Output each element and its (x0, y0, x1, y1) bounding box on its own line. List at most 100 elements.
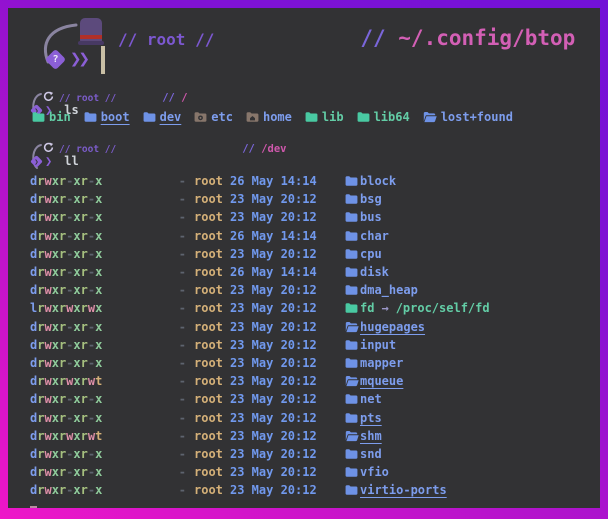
perm-char: x (73, 338, 80, 352)
text-cursor[interactable] (101, 46, 105, 74)
ls-entry-bin: bin (32, 110, 71, 124)
perm-char: w (44, 174, 51, 188)
folder-closed-blue-icon (345, 284, 358, 296)
perm-char: x (73, 447, 80, 461)
owner: root (194, 320, 230, 334)
folder-closed-blue-icon (345, 484, 358, 496)
perm-char: w (44, 265, 51, 279)
owner: root (194, 483, 230, 497)
modified-date: 23 May 20:12 (230, 283, 345, 297)
prompt-chevron-icon: ❯ (45, 154, 52, 168)
modified-date: 23 May 20:12 (230, 192, 345, 206)
current-path: / (181, 92, 187, 104)
dir-name: shm (360, 429, 382, 443)
listing-row-bus: drwxr-xr-x-root23 May 20:12bus (30, 208, 600, 226)
folder-closed-teal-icon (32, 111, 45, 123)
perm-char: x (73, 301, 80, 315)
ls-entry-dev: dev (143, 110, 182, 124)
folder-icon (305, 111, 318, 123)
dir-name: boot (101, 110, 130, 124)
folder-icon (345, 211, 360, 223)
perm-char: x (95, 411, 102, 425)
folder-icon (345, 248, 360, 260)
dir-name: virtio-ports (360, 483, 447, 497)
owner: root (194, 265, 230, 279)
perm-char: x (52, 247, 59, 261)
modified-date: 23 May 20:12 (230, 411, 345, 425)
perm-char: x (73, 283, 80, 297)
folder-icon (345, 412, 360, 424)
owner: root (194, 301, 230, 315)
symlink-arrow-icon: → (381, 301, 388, 315)
folder-icon (345, 230, 360, 242)
owner: root (194, 283, 230, 297)
prompt-diamond-icon: ? (45, 49, 66, 70)
permissions: drwxr-xr-x (30, 229, 178, 243)
perm-char: x (73, 465, 80, 479)
modified-date: 23 May 20:12 (230, 392, 345, 406)
file-size: - (178, 247, 186, 261)
folder-closed-blue-icon (84, 111, 97, 123)
hat-band (80, 35, 102, 39)
dir-name: home (263, 110, 292, 124)
folder-icon (345, 193, 360, 205)
folder-config-icon (194, 111, 207, 123)
perm-char: t (95, 374, 102, 388)
perm-char: w (44, 374, 51, 388)
owner: root (194, 192, 230, 206)
modified-date: 23 May 20:12 (230, 356, 345, 370)
permissions: drwxrwxrwt (30, 374, 178, 388)
folder-closed-blue-icon (345, 448, 358, 460)
perm-char: x (52, 210, 59, 224)
perm-char: r (81, 356, 88, 370)
dir-name: cpu (360, 247, 382, 261)
file-listing: drwxr-xr-x-root26 May 14:14block drwxr-xr… (30, 172, 600, 499)
folder-icon (423, 111, 437, 123)
file-size: - (178, 465, 186, 479)
modified-date: 23 May 20:12 (230, 320, 345, 334)
question-mark-glyph: ? (48, 52, 63, 67)
dir-name: fd (360, 301, 374, 315)
perm-char: w (44, 465, 51, 479)
command-text: ll (64, 154, 78, 168)
folder-icon (345, 266, 360, 278)
dir-name: net (360, 392, 382, 406)
owner: root (194, 356, 230, 370)
listing-row-dma_heap: drwxr-xr-x-root23 May 20:12dma_heap (30, 281, 600, 299)
listing-row-block: drwxr-xr-x-root26 May 14:14block (30, 172, 600, 190)
folder-icon (84, 111, 97, 123)
perm-char: x (52, 301, 59, 315)
perm-char: x (73, 247, 80, 261)
perm-char: x (52, 320, 59, 334)
path-slashes: // (360, 26, 385, 50)
owner: root (194, 229, 230, 243)
refresh-icon (43, 91, 54, 102)
dir-name: lost+found (441, 110, 513, 124)
perm-char: x (95, 210, 102, 224)
terminal-screen[interactable]: // root // // ~/.config/btop ? ❯❯ // roo… (8, 8, 600, 508)
symlink-target: /proc/self/fd (396, 301, 490, 315)
folder-closed-blue-icon (345, 357, 358, 369)
current-path: /dev (261, 143, 286, 155)
perm-char: x (52, 483, 59, 497)
folder-closed-blue-icon (345, 339, 358, 351)
perm-char: w (44, 301, 51, 315)
dir-name: dev (160, 110, 182, 124)
clipped-next-row-mark (30, 506, 37, 508)
folder-open-blue-icon (345, 375, 359, 387)
perm-char: r (81, 247, 88, 261)
folder-open-blue-icon (345, 321, 359, 333)
prompt-line: // root // // /dev (43, 141, 286, 155)
folder-open-blue-icon (345, 430, 359, 442)
perm-char: x (52, 392, 59, 406)
perm-char: x (52, 192, 59, 206)
folder-closed-blue-icon (345, 266, 358, 278)
perm-char: x (73, 210, 80, 224)
perm-char: w (44, 338, 51, 352)
owner: root (194, 429, 230, 443)
owner: root (194, 210, 230, 224)
refresh-icon (43, 142, 54, 153)
prompt-segments: // root // // ~/.config/btop (118, 26, 575, 50)
listing-row-mqueue: drwxrwxrwt-root23 May 20:12mqueue (30, 372, 600, 390)
ls-entry-home: home (246, 110, 292, 124)
